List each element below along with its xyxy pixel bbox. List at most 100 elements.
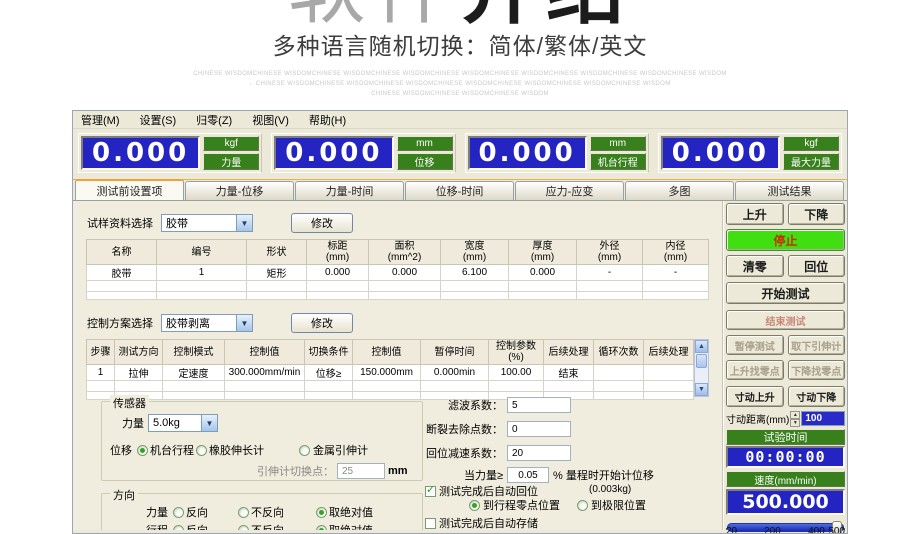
chevron-down-icon[interactable]: ▼ bbox=[236, 315, 252, 331]
scrollbar-up-icon[interactable]: ▲ bbox=[695, 340, 708, 353]
radio-stroke-noreverse[interactable] bbox=[238, 525, 249, 531]
tab-displacement-time[interactable]: 位移-时间 bbox=[405, 181, 514, 200]
max-force-value: 0.000 bbox=[661, 136, 780, 170]
force-threshold-input[interactable]: 0.05 bbox=[507, 467, 549, 483]
slider-scale: 20 200 400 500 bbox=[726, 526, 845, 527]
sample-table-empty-row bbox=[87, 281, 709, 292]
stepper-up-icon[interactable]: ▲ bbox=[790, 411, 800, 419]
scheme-table-row[interactable]: 1拉伸 定速度300.000mm/min 位移≥150.000mm 0.000m… bbox=[87, 365, 694, 381]
end-test-button[interactable]: 结束测试 bbox=[726, 310, 845, 330]
radio-force-reverse-label: 反向 bbox=[186, 504, 208, 520]
tab-content: 试样资料选择 胶带 ▼ 修改 名称 编号 形状 bbox=[73, 200, 847, 530]
stop-button[interactable]: 停止 bbox=[726, 229, 845, 251]
radio-machine-stroke-label: 机台行程 bbox=[150, 442, 194, 458]
menu-manage[interactable]: 管理(M) bbox=[81, 112, 120, 128]
scrollbar-down-icon[interactable]: ▼ bbox=[695, 383, 708, 396]
tab-force-time[interactable]: 力量-时间 bbox=[295, 181, 404, 200]
speed-value: 500.000 bbox=[726, 489, 845, 515]
radio-force-reverse[interactable] bbox=[173, 507, 184, 518]
radio-to-stroke-zero[interactable] bbox=[469, 500, 480, 511]
scheme-table-empty-row bbox=[87, 381, 694, 392]
chevron-down-icon[interactable]: ▼ bbox=[236, 215, 252, 231]
sample-table-empty-row bbox=[87, 292, 709, 300]
auto-save-checkbox[interactable] bbox=[425, 518, 436, 529]
direction-stroke-label: 行程 bbox=[146, 522, 168, 530]
radio-stroke-reverse[interactable] bbox=[173, 525, 184, 531]
extensometer-switch-label: 引伸计切换点： bbox=[257, 463, 334, 479]
sample-modify-button[interactable]: 修改 bbox=[291, 213, 353, 233]
scheme-select-combo[interactable]: 胶带剥离 ▼ bbox=[161, 314, 253, 332]
break-points-input[interactable]: 0 bbox=[507, 421, 571, 437]
menu-help[interactable]: 帮助(H) bbox=[309, 112, 346, 128]
page-subtitle: 多种语言随机切换：简体/繁体/英文 bbox=[0, 27, 920, 61]
direction-group: 方向 力量 反向 不反向 取绝对值 行程 反向 bbox=[101, 493, 423, 530]
remove-extensometer-button[interactable]: 取下引伸计 bbox=[788, 335, 846, 355]
speed-slider[interactable] bbox=[726, 521, 845, 522]
up-find-zero-button[interactable]: 上升找零点 bbox=[726, 360, 784, 380]
scrollbar-thumb[interactable] bbox=[696, 354, 707, 368]
tab-force-displacement[interactable]: 力量-位移 bbox=[185, 181, 294, 200]
scheme-select-label: 控制方案选择 bbox=[87, 315, 153, 331]
radio-machine-stroke[interactable] bbox=[137, 445, 148, 456]
tab-stress-strain[interactable]: 应力-应变 bbox=[515, 181, 624, 200]
menu-settings[interactable]: 设置(S) bbox=[140, 112, 177, 128]
radio-to-limit[interactable] bbox=[577, 500, 588, 511]
watermark-line: CHINESE WISDOMCHINESE WISDOMCHINESE WISD… bbox=[0, 89, 920, 99]
clear-button[interactable]: 清零 bbox=[726, 255, 784, 277]
watermark-line: 、CHINESE WISDOMCHINESE WISDOMCHINESE WIS… bbox=[0, 79, 920, 89]
down-button[interactable]: 下降 bbox=[788, 203, 846, 225]
radio-metal-extensometer-label: 金属引伸计 bbox=[313, 442, 368, 458]
radio-force-noreverse-label: 不反向 bbox=[251, 504, 284, 520]
menu-view[interactable]: 视图(V) bbox=[252, 112, 289, 128]
sample-table-row[interactable]: 胶带1 矩形0.000 0.0006.100 0.000- - bbox=[87, 265, 709, 281]
jog-up-button[interactable]: 寸动上升 bbox=[726, 386, 784, 407]
direction-force-row: 力量 反向 不反向 取绝对值 bbox=[146, 504, 375, 520]
radio-force-absolute[interactable] bbox=[316, 507, 327, 518]
return-coeff-input[interactable]: 20 bbox=[507, 445, 571, 461]
sensor-force-row: 力量 5.0kg ▼ bbox=[122, 414, 218, 432]
pause-test-button[interactable]: 暂停测试 bbox=[726, 335, 784, 355]
page-title: 软件介绍 bbox=[0, 0, 920, 28]
displacement-value: 0.000 bbox=[274, 136, 393, 170]
stepper-down-icon[interactable]: ▼ bbox=[790, 419, 800, 427]
radio-rubber-extensometer[interactable] bbox=[196, 445, 207, 456]
down-find-zero-button[interactable]: 下降找零点 bbox=[788, 360, 846, 380]
jog-down-button[interactable]: 寸动下降 bbox=[788, 386, 846, 407]
filter-coeff-input[interactable]: 5 bbox=[507, 397, 571, 413]
return-target-zero: 到行程零点位置 bbox=[469, 497, 560, 513]
stroke-label: 机台行程 bbox=[590, 153, 646, 170]
sensor-group-legend: 传感器 bbox=[110, 395, 149, 411]
up-button[interactable]: 上升 bbox=[726, 203, 784, 225]
chevron-down-icon[interactable]: ▼ bbox=[201, 415, 217, 431]
menu-zero[interactable]: 归零(Z) bbox=[196, 112, 232, 128]
radio-force-noreverse[interactable] bbox=[238, 507, 249, 518]
sample-select-combo[interactable]: 胶带 ▼ bbox=[161, 214, 253, 232]
displacement-label: 位移 bbox=[397, 153, 453, 170]
tab-bar: 测试前设置项 力量-位移 力量-时间 位移-时间 应力-应变 多图 测试结果 bbox=[73, 179, 847, 200]
radio-metal-extensometer[interactable] bbox=[299, 445, 310, 456]
jog-distance-input[interactable]: 100 bbox=[801, 411, 845, 426]
tab-pretest-settings[interactable]: 测试前设置项 bbox=[75, 179, 184, 200]
sensor-force-combo[interactable]: 5.0kg ▼ bbox=[148, 414, 218, 432]
tab-test-result[interactable]: 测试结果 bbox=[735, 181, 844, 200]
test-time-header: 试验时间 bbox=[726, 429, 845, 445]
auto-return-checkbox[interactable] bbox=[425, 486, 436, 497]
slider-track[interactable] bbox=[727, 523, 844, 532]
home-button[interactable]: 回位 bbox=[788, 255, 846, 277]
force-value: 0.000 bbox=[81, 136, 200, 170]
force-unit: kgf bbox=[203, 136, 259, 151]
jog-distance-stepper[interactable]: ▲ ▼ bbox=[790, 411, 800, 426]
scale-400: 400 bbox=[808, 526, 825, 534]
extensometer-switch-input[interactable]: 25 bbox=[337, 463, 385, 479]
sensor-force-label: 力量 bbox=[122, 415, 144, 431]
force-threshold-tail: % 量程时开始计位移 bbox=[553, 467, 654, 483]
scheme-table-scrollbar[interactable]: ▲ ▼ bbox=[694, 339, 709, 397]
jog-distance-label: 寸动距离(mm) bbox=[726, 411, 789, 426]
sensor-group: 传感器 力量 5.0kg ▼ 位移 机台行程 橡胶伸长计 bbox=[101, 401, 423, 481]
tab-multi-chart[interactable]: 多图 bbox=[625, 181, 734, 200]
start-test-button[interactable]: 开始测试 bbox=[726, 282, 845, 304]
radio-stroke-absolute[interactable] bbox=[316, 525, 327, 531]
scheme-modify-button[interactable]: 修改 bbox=[291, 313, 353, 333]
sample-select-row: 试样资料选择 胶带 ▼ 修改 bbox=[87, 213, 353, 233]
display-row: 0.000 kgf 力量 0.000 mm 位移 0.000 mm 机台行程 bbox=[73, 129, 847, 178]
